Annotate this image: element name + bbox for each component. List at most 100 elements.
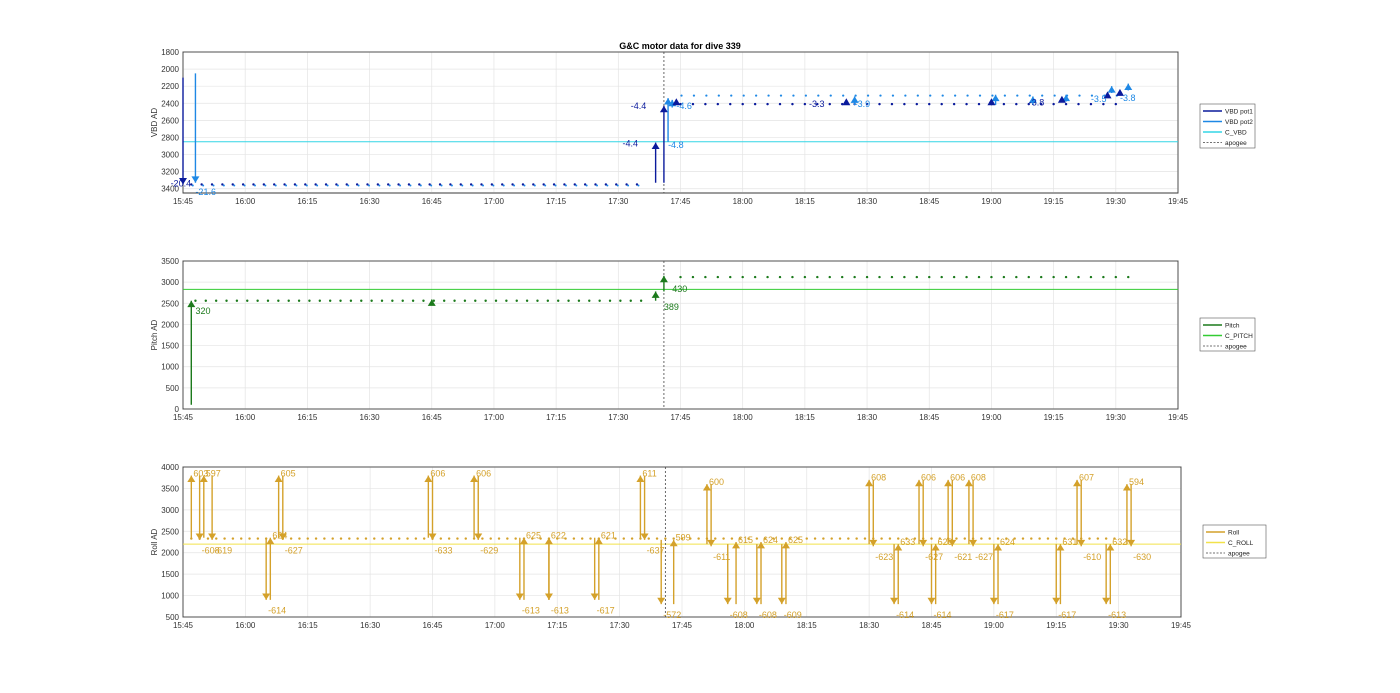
data-label: 622 (551, 531, 566, 541)
data-point (1015, 102, 1018, 106)
data-point-pot2 (482, 184, 484, 187)
data-point (391, 299, 394, 302)
panel-vbd: 15:45 16:00 16:15 16:30 16:45 17:00 17:15 17:30… (150, 48, 1256, 206)
data-point (1027, 275, 1030, 279)
data-point (525, 299, 529, 302)
data-point-pot2 (954, 94, 957, 97)
panel-pitch: 15:45 16:00 16:15 16:30 16:45 17:00 17:15 17:30… (150, 257, 1256, 422)
data-point (830, 537, 833, 540)
data-label: -614 (268, 606, 286, 616)
x-tick-label: 17:45 (672, 621, 693, 630)
data-point-pot2 (461, 184, 464, 187)
data-point (716, 102, 720, 106)
data-point-pot2 (253, 184, 256, 187)
data-point-pot2 (866, 94, 870, 97)
data-point-pot2 (606, 184, 609, 187)
data-point (714, 537, 717, 540)
data-point (828, 102, 831, 106)
data-point-pot2 (804, 94, 807, 97)
data-point (1088, 537, 1091, 540)
data-point (474, 299, 477, 302)
data-point (915, 102, 919, 106)
x-tick-label: 19:45 (1168, 413, 1189, 422)
data-point (1127, 275, 1130, 279)
data-point-pot2 (222, 184, 225, 187)
data-label: -627 (285, 546, 303, 556)
data-point (977, 102, 981, 106)
data-label: 625 (526, 531, 541, 541)
data-label: 621 (601, 531, 616, 541)
x-tick-label: 19:30 (1106, 413, 1127, 422)
data-point (1114, 275, 1118, 279)
data-point (622, 537, 625, 540)
data-label: -627 (975, 552, 993, 562)
data-point-pot2 (243, 184, 246, 187)
data-point-pot2 (966, 94, 969, 97)
data-point (398, 537, 401, 540)
data-point (672, 537, 675, 540)
data-point (1089, 275, 1093, 279)
data-point (215, 537, 218, 540)
data-point (755, 537, 759, 540)
data-point (903, 275, 906, 279)
data-point (955, 537, 958, 540)
y-tick-label: 500 (166, 384, 180, 393)
data-point-pot2 (680, 94, 683, 97)
data-point (965, 275, 968, 279)
data-point (766, 102, 769, 106)
x-tick-label: 16:45 (422, 621, 443, 630)
x-tick-label: 17:30 (608, 197, 629, 206)
data-point (952, 102, 956, 106)
data-label: -621 (954, 552, 972, 562)
data-point (865, 275, 869, 279)
data-label: -4.8 (668, 140, 684, 150)
data-point (996, 537, 1000, 540)
data-point (1039, 275, 1043, 279)
data-point-pot2 (916, 94, 919, 97)
x-tick-label: 17:00 (484, 197, 505, 206)
legend-entry: VBD pot1 (1225, 109, 1253, 116)
data-point (256, 537, 260, 540)
x-tick-label: 19:15 (1044, 197, 1065, 206)
data-label: 624 (1000, 537, 1015, 547)
data-point (225, 299, 228, 302)
x-tick-label: 18:45 (919, 413, 940, 422)
y-tick-label: 3500 (161, 484, 179, 493)
data-point (813, 537, 817, 540)
data-point (847, 537, 850, 540)
data-point-pot2 (904, 94, 907, 97)
y-tick-label: 2200 (161, 82, 179, 91)
x-tick-label: 17:15 (547, 621, 568, 630)
legend-roll: Roll C_ROLLapogee (1202, 524, 1267, 559)
data-point (370, 299, 373, 302)
data-point (308, 299, 311, 302)
data-point (853, 275, 856, 279)
x-tick-label: 19:30 (1109, 621, 1130, 630)
data-point (214, 299, 218, 302)
data-point-pot2 (564, 184, 567, 187)
x-tick-label: 19:15 (1046, 621, 1067, 630)
legend-pitch: Pitch C_PITCHapogee (1199, 317, 1256, 352)
data-point (965, 102, 968, 106)
legend-entry: apogee (1225, 344, 1247, 351)
data-label: -572 (663, 610, 681, 620)
data-point-pot2 (450, 184, 453, 187)
x-tick-label: 18:00 (734, 621, 755, 630)
data-label: 320 (195, 306, 210, 316)
data-point (664, 537, 667, 540)
data-point (1002, 275, 1006, 279)
data-point-pot2 (692, 94, 696, 97)
x-tick-label: 16:15 (297, 413, 318, 422)
data-label: -614 (934, 610, 952, 620)
y-tick-label: 2500 (161, 527, 179, 536)
data-point (456, 537, 459, 540)
x-tick-label: 16:30 (360, 621, 381, 630)
data-point-pot2 (829, 94, 832, 97)
data-point (484, 299, 487, 302)
x-tick-label: 16:15 (297, 197, 318, 206)
data-point (928, 102, 931, 106)
data-point (598, 299, 601, 302)
data-point (930, 537, 933, 540)
data-point (704, 275, 707, 279)
data-label: -619 (214, 546, 232, 556)
